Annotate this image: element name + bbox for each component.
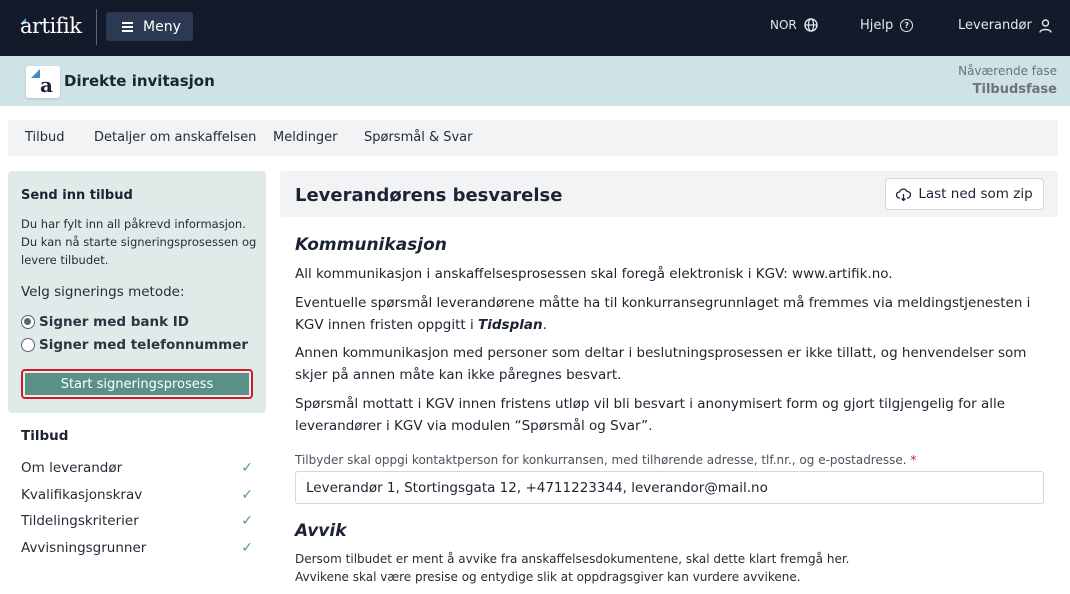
top-navigation-bar: artifik Meny NOR Hjelp ? Leverandør xyxy=(0,0,1070,56)
start-signing-button[interactable]: Start signeringsprosess xyxy=(21,369,253,399)
user-menu[interactable]: Leverandør xyxy=(958,18,1052,33)
radio-bank-id[interactable]: Signer med bank ID xyxy=(21,314,189,330)
checkmark-icon: ✓ xyxy=(241,487,253,503)
user-label: Leverandør xyxy=(958,18,1032,33)
sidebar-item-label: Tildelingskriterier xyxy=(21,513,139,529)
paragraph-text: Eventuelle spørsmål leverandørene måtte … xyxy=(295,295,1031,333)
main-header: Leverandørens besvarelse Last ned som zi… xyxy=(280,171,1058,217)
paragraph: Annen kommunikasjon med personer som del… xyxy=(295,345,1027,383)
paragraph: Eventuelle spørsmål leverandørene måtte … xyxy=(295,292,1045,336)
radio-button[interactable] xyxy=(21,338,35,352)
sidebar-item-kvalifikasjonskrav[interactable]: Kvalifikasjonskrav ✓ xyxy=(21,487,253,503)
sidebar-item-label: Om leverandør xyxy=(21,460,123,476)
hamburger-icon xyxy=(122,21,133,32)
tidsplan-link[interactable]: Tidsplan xyxy=(478,317,543,333)
globe-icon xyxy=(804,18,818,32)
sidebar-item-label: Avvisningsgrunner xyxy=(21,540,147,556)
sidebar-item-avvisningsgrunner[interactable]: Avvisningsgrunner ✓ xyxy=(21,540,253,556)
badge-letter: a xyxy=(40,73,53,97)
checkmark-icon: ✓ xyxy=(241,540,253,556)
help-question-icon: ? xyxy=(900,19,914,32)
page-title: Direkte invitasjon xyxy=(64,72,215,90)
help-label: Hjelp xyxy=(860,18,894,33)
main-title: Leverandørens besvarelse xyxy=(295,185,563,206)
tab-meldinger[interactable]: Meldinger xyxy=(273,130,338,145)
download-zip-button[interactable]: Last ned som zip xyxy=(885,178,1044,210)
tab-sporsmal-svar[interactable]: Spørsmål & Svar xyxy=(364,130,472,145)
sidebar-item-tildelingskriterier[interactable]: Tildelingskriterier ✓ xyxy=(21,513,253,529)
logo[interactable]: artifik xyxy=(20,14,82,38)
radio-button-checked[interactable] xyxy=(21,315,35,329)
submit-offer-card: Send inn tilbud Du har fylt inn all påkr… xyxy=(8,171,266,413)
card-title: Send inn tilbud xyxy=(21,188,133,203)
radio-label: Signer med telefonnummer xyxy=(39,337,249,353)
card-description: Du har fylt inn all påkrevd informasjon.… xyxy=(21,217,257,267)
avvik-text: Dersom tilbudet er ment å avvike fra ans… xyxy=(295,552,850,566)
avvik-text: Avvikene skal være presise og entydige s… xyxy=(295,570,801,584)
section-heading-kommunikasjon: Kommunikasjon xyxy=(295,235,447,255)
sidebar-item-om-leverandor[interactable]: Om leverandør ✓ xyxy=(21,460,253,476)
tab-bar: Tilbud Detaljer om anskaffelsen Meldinge… xyxy=(8,120,1058,156)
page-header: a Direkte invitasjon Nåværende fase Tilb… xyxy=(0,56,1070,106)
download-zip-label: Last ned som zip xyxy=(918,186,1033,202)
tab-detaljer[interactable]: Detaljer om anskaffelsen xyxy=(94,130,256,145)
app-badge: a xyxy=(26,66,60,98)
divider xyxy=(96,9,97,45)
help-link[interactable]: Hjelp ? xyxy=(860,18,914,33)
paragraph-text: . xyxy=(542,317,547,333)
paragraph: All kommunikasjon i anskaffelsesprosesse… xyxy=(295,266,893,282)
user-icon xyxy=(1039,18,1052,33)
language-label: NOR xyxy=(770,18,797,32)
phase-label: Nåværende fase xyxy=(958,64,1057,78)
contact-field-label-text: Tilbyder skal oppgi kontaktperson for ko… xyxy=(295,453,907,467)
menu-button-label: Meny xyxy=(143,18,181,35)
radio-label: Signer med bank ID xyxy=(39,314,190,330)
tab-tilbud[interactable]: Tilbud xyxy=(25,130,65,145)
radio-phone[interactable]: Signer med telefonnummer xyxy=(21,337,248,353)
badge-mark-icon xyxy=(31,69,40,78)
contact-person-input[interactable] xyxy=(295,471,1044,504)
language-selector[interactable]: NOR xyxy=(770,18,818,32)
sidebar-section-title: Tilbud xyxy=(21,428,69,444)
checkmark-icon: ✓ xyxy=(241,513,253,529)
phase-value: Tilbudsfase xyxy=(972,82,1057,97)
sidebar-item-label: Kvalifikasjonskrav xyxy=(21,487,143,503)
contact-field-label: Tilbyder skal oppgi kontaktperson for ko… xyxy=(295,453,916,467)
section-heading-avvik: Avvik xyxy=(295,521,347,541)
checkmark-icon: ✓ xyxy=(241,460,253,476)
menu-button[interactable]: Meny xyxy=(106,12,193,41)
paragraph: Spørsmål mottatt i KGV innen fristens ut… xyxy=(295,396,1006,434)
cloud-download-icon xyxy=(896,187,912,201)
signing-method-label: Velg signerings metode: xyxy=(21,284,185,300)
required-marker: * xyxy=(910,453,917,467)
